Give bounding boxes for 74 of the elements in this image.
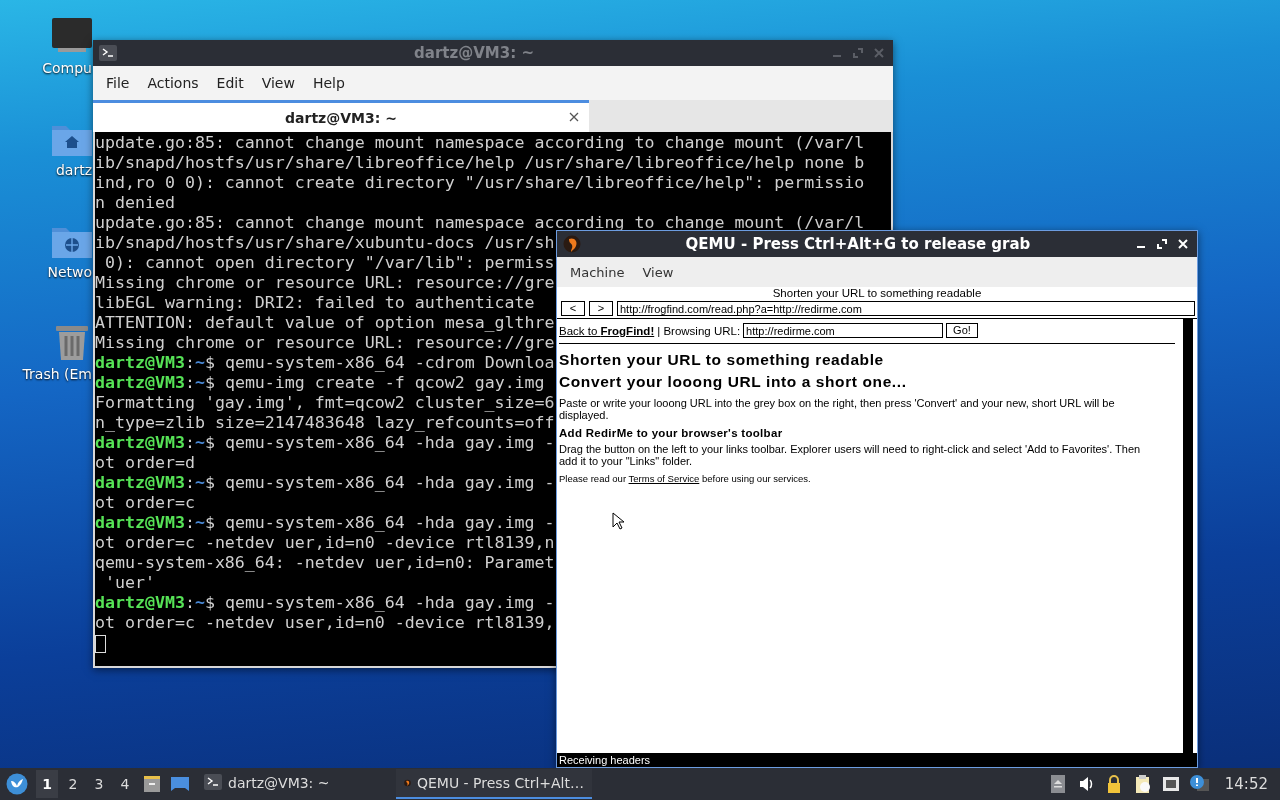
window-icon[interactable] — [170, 774, 190, 794]
forward-button[interactable]: > — [589, 301, 613, 316]
terminal-line: n denied — [95, 193, 175, 213]
terminal-line: 0): cannot open directory "/var/lib": permiss — [104, 253, 555, 273]
icon-label: Compu — [42, 60, 92, 76]
terminal-icon — [204, 774, 222, 792]
notification-icon[interactable] — [1188, 774, 1209, 794]
terminal-line: Missing chrome or resource URL: resource://gre — [95, 273, 555, 293]
icon-label: Netwo — [47, 264, 92, 280]
terminal-line: Formatting 'gay.img', fmt=qcow2 cluster_size=6 — [95, 393, 555, 413]
terminal-line: ot order=c — [95, 493, 195, 513]
terminal-line: dartz@VM3:~$ qemu-system-x86_64 -hda gay.img - — [95, 593, 555, 613]
menu-item[interactable]: Actions — [138, 73, 208, 93]
terminal-line: update.go:85: cannot change mount namespace according to change mount (/var/l — [95, 213, 865, 233]
menu-item[interactable]: Edit — [207, 73, 253, 93]
terminal-line: ot order=c -netdev uer,id=n0 -device rtl8139,n — [95, 533, 555, 553]
terminal-line: qemu-system-x86_64: -netdev uer,id=n0: Paramet — [95, 553, 555, 573]
menu-item[interactable]: Help — [303, 73, 354, 93]
terminal-line: dartz@VM3:~$ qemu-system-x86_64 -hda gay.img - — [95, 513, 555, 533]
go-button[interactable]: Go! — [946, 323, 978, 338]
address-field[interactable]: http://frogfind.com/read.php?a=http://redirme.com — [617, 301, 1195, 316]
terminal-line: dartz@VM3:~$ qemu-img create -f qcow2 gay.img — [95, 373, 545, 393]
intro-text: Paste or write your looong URL into the grey box on the right, then press 'Convert' and your new, short URL will be displayed. — [559, 397, 1116, 421]
network-icon[interactable] — [1160, 774, 1181, 794]
menu-item[interactable]: View — [252, 73, 304, 93]
page-subheading: Convert your looong URL into a short one... — [559, 372, 908, 392]
status-bar: Receiving headers — [557, 753, 1197, 767]
page-heading: Shorten your URL to something readable — [559, 350, 885, 370]
terminal-line: update.go:85: cannot change mount namespace according to change mount (/var/l — [95, 133, 865, 153]
file-cabinet-icon[interactable] — [142, 774, 162, 794]
clock[interactable]: 14:52 — [1214, 775, 1276, 793]
notice-text: Please read our Terms of Service before using our services. — [559, 473, 812, 484]
back-button[interactable]: < — [561, 301, 585, 316]
terminal-line: ATTENTION: default value of option mesa_glthre — [95, 313, 555, 333]
terminal-line: libEGL warning: DRI2: failed to authenticate — [95, 293, 535, 313]
workspace-button[interactable]: 3 — [88, 770, 110, 798]
start-menu-icon[interactable] — [6, 773, 28, 795]
tab-label: dartz@VM3: ~ — [285, 109, 397, 126]
pointer-icon — [612, 512, 624, 530]
browsing-url-label: | Browsing URL: — [657, 324, 741, 337]
terminal-line: dartz@VM3:~$ qemu-system-x86_64 -hda gay.img - — [95, 433, 555, 453]
terminal-tab[interactable]: dartz@VM3: ~ — [93, 100, 589, 132]
menu-item[interactable]: File — [97, 73, 139, 93]
scrollbar[interactable] — [1181, 319, 1193, 753]
back-link[interactable]: Back to FrogFind! — [559, 324, 655, 337]
terminal-line: ib/snapd/hostfs/usr/share/libreoffice/help /usr/share/libreoffice/help none b — [95, 153, 865, 173]
workspace-button[interactable]: 1 — [36, 770, 58, 798]
menu-item[interactable]: Machine — [561, 262, 634, 282]
window-title: dartz@VM3: ~ — [413, 44, 535, 62]
terminal-icon — [99, 45, 117, 61]
qemu-logo-icon — [563, 235, 581, 253]
url-field[interactable]: http://redirme.com — [743, 323, 944, 338]
page-title: Shorten your URL to something readable — [771, 287, 983, 300]
terminal-line: ib/snapd/hostfs/usr/share/xubuntu-docs /usr/sh — [95, 233, 555, 253]
terms-link[interactable]: Terms of Service — [628, 473, 700, 484]
icon-label: Trash (Em — [22, 366, 92, 382]
terminal-line: n_type=zlib size=2147483648 lazy_refcounts=off — [95, 413, 555, 433]
window-title: QEMU - Press Ctrl+Alt+G to release grab — [684, 235, 1032, 253]
icon-label: dartz — [55, 162, 92, 178]
terminal-line: 'uer' — [104, 573, 155, 593]
terminal-line: dartz@VM3:~$ qemu-system-x86_64 -cdrom Downloa — [95, 353, 555, 373]
terminal-line: ot order=d — [95, 453, 195, 473]
section-text: Drag the button on the left to your links toolbar. Explorer users will need to right-click and select 'Add to Favorites'. Then add it to your "Links" folder. — [559, 443, 1142, 467]
terminal-line: ot order=c -netdev user,id=n0 -device rtl8139, — [95, 613, 555, 633]
taskbar-button[interactable]: dartz@VM3: ~ — [196, 769, 392, 799]
terminal-line: dartz@VM3:~$ qemu-system-x86_64 -hda gay.img - — [95, 473, 555, 493]
taskbar-button[interactable]: QEMU - Press Ctrl+Alt… — [396, 769, 592, 799]
section-heading: Add RedirMe to your browser's toolbar — [559, 427, 784, 439]
terminal-line: Missing chrome or resource URL: resource://gre — [95, 333, 555, 353]
menu-item[interactable]: View — [633, 262, 683, 282]
workspace-button[interactable]: 2 — [62, 770, 84, 798]
workspace-button[interactable]: 4 — [114, 770, 136, 798]
terminal-line: ind,ro 0 0): cannot create directory "/usr/share/libreoffice/help": permissio — [95, 173, 865, 193]
close-icon[interactable] — [569, 112, 579, 122]
